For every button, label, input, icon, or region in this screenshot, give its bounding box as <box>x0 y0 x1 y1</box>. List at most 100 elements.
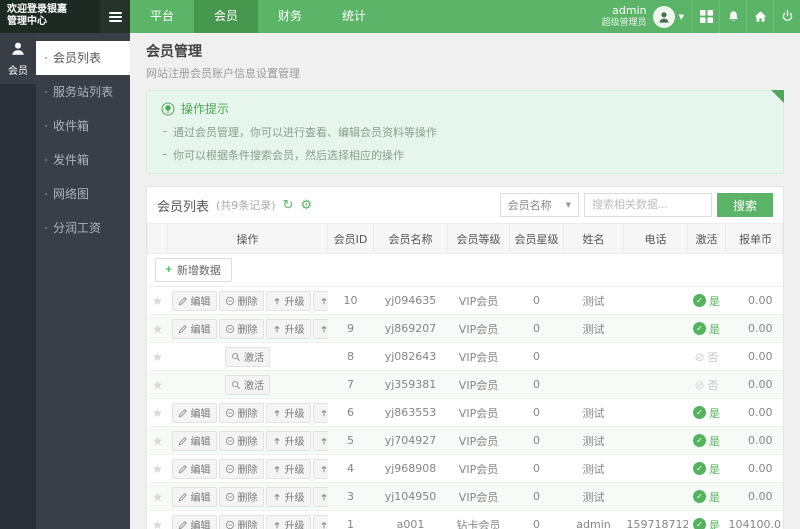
cell-member-realname: 测试 <box>564 399 624 427</box>
nav-tab-finance[interactable]: 财务 <box>258 0 322 33</box>
sidebar-item-member-list[interactable]: 会员列表 <box>36 41 130 75</box>
bulb-icon <box>161 102 175 116</box>
nav-tab-stats[interactable]: 统计 <box>322 0 386 33</box>
cell-coin: 0.00 <box>726 287 783 315</box>
sidebar-item-station-list[interactable]: 服务站列表 <box>36 75 130 109</box>
upstar-button[interactable]: 升星 <box>313 487 328 507</box>
logo-line1: 欢迎登录银嘉 <box>7 4 93 16</box>
cell-coin: 0.00 <box>726 427 783 455</box>
sidebar-menu: 会员列表 服务站列表 收件箱 发件箱 网络图 分润工资 <box>36 33 130 529</box>
star-icon[interactable]: ★ <box>152 378 163 392</box>
menu-toggle-button[interactable] <box>100 0 130 33</box>
apps-grid-icon[interactable] <box>692 0 719 33</box>
star-icon[interactable]: ★ <box>152 434 163 448</box>
row-actions-cell: 编辑删除升级升星 <box>168 287 328 315</box>
row-star-cell: ★ <box>148 343 168 371</box>
upgrade-button[interactable]: 升级 <box>266 403 311 423</box>
upgrade-button[interactable]: 升级 <box>266 319 311 339</box>
upgrade-button[interactable]: 升级 <box>266 487 311 507</box>
edit-button[interactable]: 编辑 <box>172 431 217 451</box>
star-icon[interactable]: ★ <box>152 322 163 336</box>
sidebar-item-profit-salary[interactable]: 分润工资 <box>36 211 130 245</box>
cell-coin: 0.00 <box>726 455 783 483</box>
upgrade-button[interactable]: 升级 <box>266 459 311 479</box>
active-yes-label: 是 <box>709 519 720 529</box>
row-actions-cell: 编辑删除升级升星 <box>168 483 328 511</box>
edit-button[interactable]: 编辑 <box>172 403 217 423</box>
ban-circle-icon: ⊘ <box>694 378 704 392</box>
power-icon[interactable] <box>773 0 800 33</box>
cell-member-realname: 测试 <box>564 427 624 455</box>
upstar-button[interactable]: 升星 <box>313 459 328 479</box>
sidebar: 会员 会员列表 服务站列表 收件箱 发件箱 网络图 分润工资 <box>0 33 130 529</box>
upstar-button[interactable]: 升星 <box>313 515 328 529</box>
cell-member-name: yj968908 <box>374 455 448 483</box>
gear-icon[interactable]: ⚙ <box>301 199 313 212</box>
avatar[interactable] <box>653 6 675 28</box>
upstar-button[interactable]: 升星 <box>313 319 328 339</box>
search-button[interactable]: 搜索 <box>717 193 773 217</box>
sidebar-item-outbox[interactable]: 发件箱 <box>36 143 130 177</box>
star-icon[interactable]: ★ <box>152 490 163 504</box>
star-icon[interactable]: ★ <box>152 518 163 529</box>
star-icon[interactable]: ★ <box>152 294 163 308</box>
nav-tab-platform[interactable]: 平台 <box>130 0 194 33</box>
delete-button[interactable]: 删除 <box>219 291 264 311</box>
upstar-button[interactable]: 升星 <box>313 431 328 451</box>
cell-member-id: 6 <box>328 399 374 427</box>
column-header-coin: 报单币 <box>726 224 783 254</box>
delete-button[interactable]: 删除 <box>219 431 264 451</box>
delete-button[interactable]: 删除 <box>219 319 264 339</box>
search-input[interactable] <box>584 193 712 217</box>
corner-fold[interactable] <box>771 90 784 103</box>
user-info[interactable]: admin 超级管理员 <box>602 5 647 28</box>
notification-bell-icon[interactable] <box>719 0 746 33</box>
add-button-label: 新增数据 <box>177 262 221 278</box>
sidebar-item-inbox[interactable]: 收件箱 <box>36 109 130 143</box>
edit-button[interactable]: 编辑 <box>172 515 217 529</box>
sidebar-module-member[interactable]: 会员 <box>0 33 36 84</box>
upgrade-button[interactable]: 升级 <box>266 291 311 311</box>
main-content: 会员管理 网站注册会员账户信息设置管理 操作提示 通过会员管理，你可以进行查看、… <box>130 33 800 529</box>
activate-button[interactable]: 激活 <box>225 375 270 395</box>
check-circle-icon: ✓ <box>693 434 706 447</box>
edit-button[interactable]: 编辑 <box>172 487 217 507</box>
check-circle-icon: ✓ <box>693 406 706 419</box>
tips-line: 你可以根据条件搜索会员，然后选择相应的操作 <box>161 147 769 163</box>
cell-member-id: 4 <box>328 455 374 483</box>
delete-button[interactable]: 删除 <box>219 403 264 423</box>
star-icon[interactable]: ★ <box>152 350 163 364</box>
cell-member-realname: 测试 <box>564 483 624 511</box>
chevron-down-icon[interactable]: ▼ <box>679 13 684 21</box>
edit-button[interactable]: 编辑 <box>172 291 217 311</box>
search-field-select[interactable]: 会员名称 ▼ <box>500 193 579 217</box>
star-icon[interactable]: ★ <box>152 406 163 420</box>
upgrade-button[interactable]: 升级 <box>266 515 311 529</box>
active-yes-label: 是 <box>709 463 720 476</box>
cell-member-id: 9 <box>328 315 374 343</box>
upstar-button[interactable]: 升星 <box>313 403 328 423</box>
row-actions-cell: 激活 <box>168 371 328 399</box>
user-name: admin <box>602 5 647 18</box>
delete-button[interactable]: 删除 <box>219 487 264 507</box>
add-data-button[interactable]: + 新增数据 <box>155 258 232 282</box>
list-title: 会员列表 <box>157 196 209 215</box>
nav-tab-member[interactable]: 会员 <box>194 0 258 33</box>
delete-button[interactable]: 删除 <box>219 459 264 479</box>
edit-button[interactable]: 编辑 <box>172 459 217 479</box>
sidebar-item-network-map[interactable]: 网络图 <box>36 177 130 211</box>
upstar-button[interactable]: 升星 <box>313 291 328 311</box>
delete-button[interactable]: 删除 <box>219 515 264 529</box>
home-icon[interactable] <box>746 0 773 33</box>
activate-button[interactable]: 激活 <box>225 347 270 367</box>
cell-member-phone <box>624 399 688 427</box>
star-icon[interactable]: ★ <box>152 462 163 476</box>
tips-panel: 操作提示 通过会员管理，你可以进行查看、编辑会员资料等操作 你可以根据条件搜索会… <box>146 90 784 174</box>
cell-member-level: VIP会员 <box>448 315 510 343</box>
active-yes-label: 是 <box>709 435 720 448</box>
table-row: ★编辑删除升级升星6yj863553VIP会员0测试✓是0.00 <box>148 399 783 427</box>
upgrade-button[interactable]: 升级 <box>266 431 311 451</box>
plus-icon: + <box>166 264 172 276</box>
edit-button[interactable]: 编辑 <box>172 319 217 339</box>
refresh-icon[interactable]: ↻ <box>283 199 294 212</box>
